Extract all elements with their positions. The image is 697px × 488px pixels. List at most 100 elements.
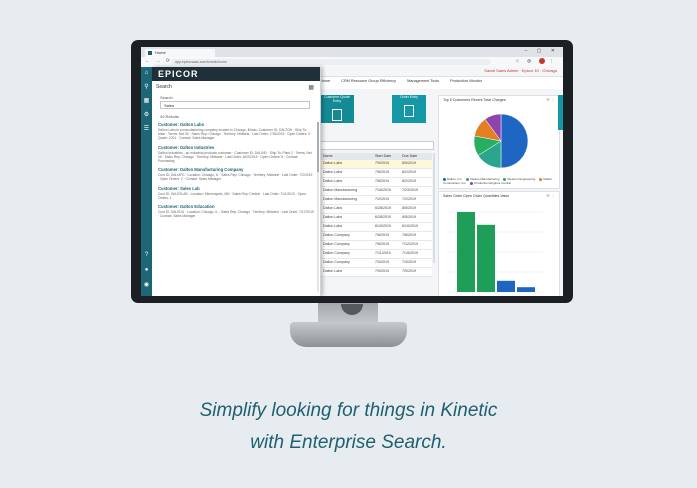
favicon-icon xyxy=(148,51,152,55)
logo-bar: EPICOR xyxy=(152,67,320,81)
table-cell: 7/8/2019 xyxy=(375,170,389,174)
account-avatar[interactable] xyxy=(538,58,545,64)
search-result[interactable]: Customer: Sales Lab Cust ID: SALESLAB · L… xyxy=(158,186,314,200)
user-icon[interactable]: ● xyxy=(143,267,150,273)
table-cell: 7/8/2019 xyxy=(375,233,389,237)
table-row[interactable]: Dalton Labs 7/8/2019 8/2/2019 xyxy=(320,169,432,178)
pie-slice[interactable] xyxy=(500,113,529,169)
widget-actions-icon[interactable]: ⟳ ⋮ xyxy=(547,97,555,102)
help-icon[interactable]: ? xyxy=(143,252,150,258)
table-row[interactable]: Dalton Company 7/8/2019 7/8/2019 xyxy=(320,232,432,241)
table-cell: Dalton Company xyxy=(323,242,350,246)
search-result[interactable]: Customer: Dalton Education Cust ID: DALED… xyxy=(158,204,314,218)
screen: Home – ▢ ✕ ← → ⟳ app.epicorsaas.com/kine… xyxy=(141,47,563,296)
table-cell: 7/9/2019 xyxy=(375,269,389,273)
table-cell: 7/15/2019 xyxy=(402,251,418,255)
table-cell: 7/8/2019 xyxy=(402,233,416,237)
widget-title: Top 5 Customers Recent Total Charges xyxy=(443,98,506,102)
table-cell: Dalton Manufacturing xyxy=(323,188,358,192)
search-result[interactable]: Customer: Dalton Industries Dalton Indust… xyxy=(158,145,314,164)
table-cell: 7/8/2019 xyxy=(375,179,389,183)
account-icon[interactable]: ◉ xyxy=(143,281,150,288)
table-cell: Dalton Labs xyxy=(323,215,343,219)
user-info[interactable]: Sarah Sales Admin · Epicor 10 · Chicago xyxy=(484,68,557,73)
search-result-body: Cust ID: SALESLAB · Location: Minneapoli… xyxy=(158,191,306,200)
tile-order-entry[interactable]: Order Entry xyxy=(392,95,426,123)
search-result-title[interactable]: Customer: Dalton Industries xyxy=(158,145,314,150)
orders-table: Name Start Date Due Date Dalton Labs 7/9/… xyxy=(320,153,432,277)
search-icon[interactable]: ⚲ xyxy=(143,83,150,90)
bar[interactable] xyxy=(497,280,515,292)
monitor: Home – ▢ ✕ ← → ⟳ app.epicorsaas.com/kine… xyxy=(131,40,573,303)
bar[interactable] xyxy=(517,287,535,292)
table-row[interactable]: Dalton Labs 7/9/2019 8/5/2019 xyxy=(320,160,432,169)
table-row[interactable]: Dalton Manufacturing 7/2/2019 7/2/2019 xyxy=(320,196,432,205)
tab-crm[interactable]: CRM Resource Group Efficiency xyxy=(341,79,396,83)
grid-icon[interactable]: ▦ xyxy=(143,97,150,104)
side-drawer-tab[interactable] xyxy=(558,95,563,130)
table-scrollbar[interactable] xyxy=(433,153,435,263)
tab-home[interactable]: Home xyxy=(320,79,330,83)
table-row[interactable]: Dalton Labs 6/10/2019 6/10/2019 xyxy=(320,223,432,232)
bar[interactable] xyxy=(477,224,495,292)
window-controls[interactable]: – ▢ ✕ xyxy=(525,48,559,54)
tab-management[interactable]: Management Tools xyxy=(407,79,439,83)
nav-arrows-icon[interactable]: ← → ⟳ xyxy=(145,58,172,64)
table-row[interactable]: Dalton Company 7/8/2019 7/12/2019 xyxy=(320,241,432,250)
home-icon[interactable]: ⌂ xyxy=(143,70,150,76)
table-cell: Dalton Company xyxy=(323,260,350,264)
table-row[interactable]: Dalton Company 7/3/2019 7/3/2019 xyxy=(320,259,432,268)
tile-label: Order Entry xyxy=(399,95,419,99)
table-cell: Dalton Company xyxy=(323,251,350,255)
table-header: Name Start Date Due Date xyxy=(320,153,432,160)
table-row[interactable]: Dalton Company 7/11/2019 7/15/2019 xyxy=(320,250,432,259)
table-cell: 6/28/2019 xyxy=(375,206,391,210)
bar[interactable] xyxy=(457,212,475,292)
table-row[interactable]: Dalton Labs 6/28/2019 8/5/2019 xyxy=(320,214,432,223)
tab-production[interactable]: Production Monitor xyxy=(450,79,482,83)
search-result-title[interactable]: Customer: Dalton Manufacturing Company xyxy=(158,167,314,172)
search-result-title[interactable]: Customer: Dalton Education xyxy=(158,204,314,209)
search-input[interactable]: Sales xyxy=(160,101,310,109)
table-cell: 7/16/2019 xyxy=(375,188,391,192)
col-header[interactable]: Name xyxy=(323,154,333,158)
table-cell: Dalton Labs xyxy=(323,206,343,210)
search-result[interactable]: Customer: Dalton Labs Dalton Labs is a ma… xyxy=(158,122,314,141)
table-row[interactable]: Dalton Manufacturing 7/16/2019 7/23/2019 xyxy=(320,187,432,196)
document-icon xyxy=(332,109,342,121)
tile-label: Customer Quote Entry xyxy=(324,95,350,103)
left-nav: ⌂ ⚲ ▦ ⚙ ☰ ? ● ◉ xyxy=(141,67,152,296)
grid-view-icon[interactable]: ▦ xyxy=(308,84,314,91)
url-field[interactable]: app.epicorsaas.com/kinetic/home xyxy=(171,59,491,65)
table-row[interactable]: Dalton Labs 7/9/2019 7/9/2019 xyxy=(320,268,432,277)
panel-scrollbar[interactable] xyxy=(317,122,319,292)
browser-actions[interactable]: ☆ ⊕ ⋮ xyxy=(515,58,557,64)
browser-tab[interactable]: Home xyxy=(145,49,215,57)
table-cell: 7/9/2019 xyxy=(375,161,389,165)
table-cell: Dalton Labs xyxy=(323,170,343,174)
menu-icon[interactable]: ☰ xyxy=(143,125,150,132)
epicor-logo: EPICOR xyxy=(158,69,199,79)
search-result-title[interactable]: Customer: Dalton Labs xyxy=(158,122,314,127)
table-cell: 7/3/2019 xyxy=(375,260,389,264)
search-result[interactable]: Customer: Dalton Manufacturing Company Cu… xyxy=(158,167,314,181)
table-cell: 7/9/2019 xyxy=(402,269,416,273)
col-header[interactable]: Due Date xyxy=(402,154,417,158)
tile-customer-quote[interactable]: Customer Quote Entry xyxy=(320,95,354,123)
table-cell: Dalton Labs xyxy=(323,179,343,183)
search-result-title[interactable]: Customer: Sales Lab xyxy=(158,186,314,191)
table-row[interactable]: Dalton Labs 7/8/2019 8/2/2019 xyxy=(320,178,432,187)
table-cell: 6/28/2019 xyxy=(375,215,391,219)
browser-tab-title: Home xyxy=(155,50,166,55)
table-cell: 8/5/2019 xyxy=(402,206,416,210)
grid-filter-input[interactable] xyxy=(320,141,434,150)
table-row[interactable]: Dalton Labs 6/28/2019 8/5/2019 xyxy=(320,205,432,214)
legend-swatch xyxy=(539,177,543,181)
settings-icon[interactable]: ⚙ xyxy=(143,111,150,118)
widget-actions-icon[interactable]: ⟳ ⋮ xyxy=(547,193,555,198)
pie-widget: Top 5 Customers Recent Total Charges ⟳ ⋮… xyxy=(438,95,560,189)
table-cell: Dalton Labs xyxy=(323,269,343,273)
legend-item[interactable]: Production Engines Central xyxy=(470,181,511,185)
table-cell: 7/12/2019 xyxy=(402,242,418,246)
col-header[interactable]: Start Date xyxy=(375,154,391,158)
